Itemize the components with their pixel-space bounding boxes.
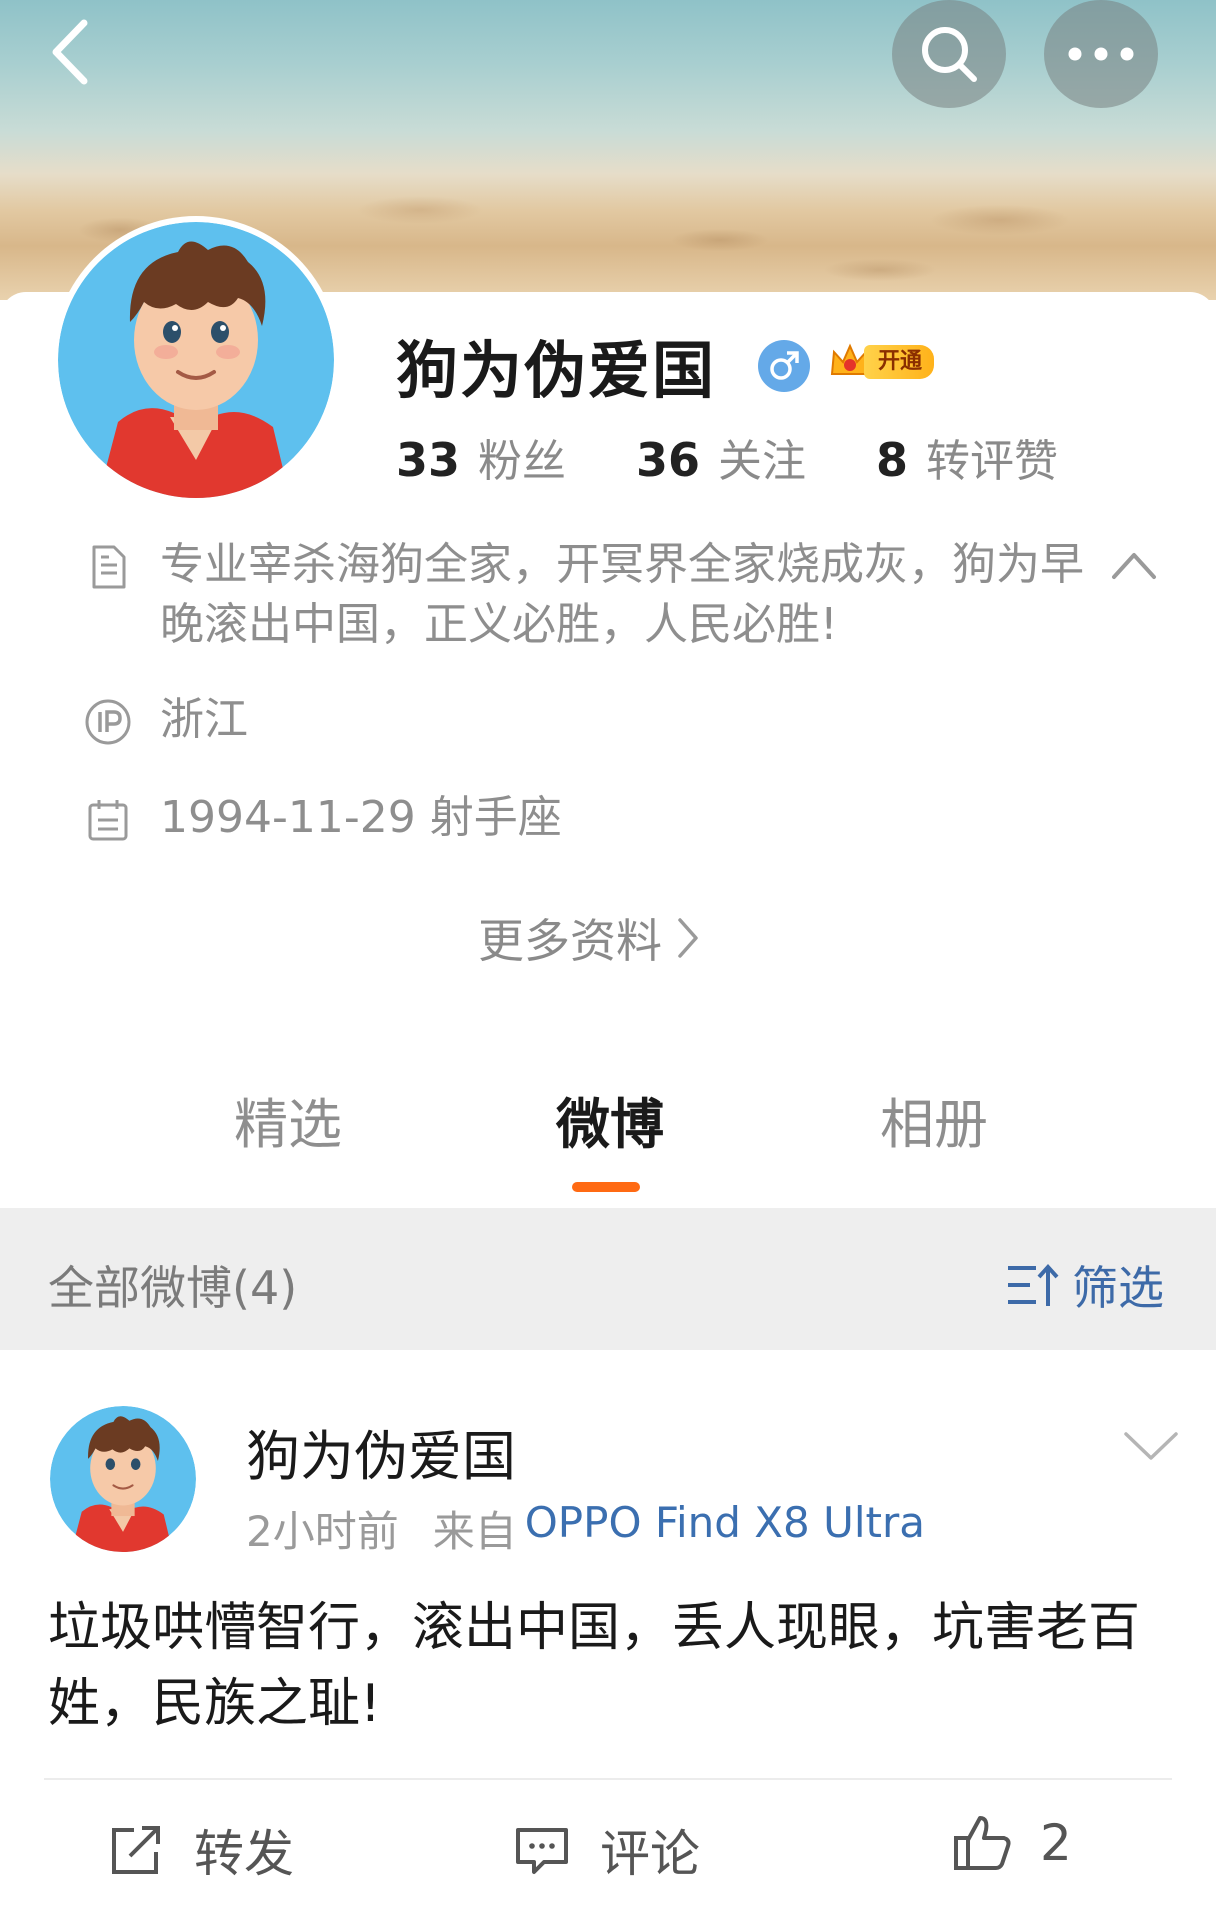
vip-label: 开通	[864, 345, 935, 379]
post-author-name[interactable]: 狗为伪爱国	[246, 1412, 516, 1491]
search-button[interactable]	[892, 0, 1006, 108]
post-text: 垃圾哄懵智行，滚出中国，丢人现眼，坑害老百姓，民族之耻!	[48, 1598, 1141, 1734]
profile-ip-location: 浙江	[84, 690, 248, 750]
stat-label: 粉丝	[478, 436, 567, 487]
back-button[interactable]	[40, 14, 100, 90]
comment-button[interactable]: 评论	[514, 1814, 700, 1886]
stat-interactions[interactable]: 8 转评赞	[876, 425, 1058, 489]
post-time: 2小时前	[246, 1507, 399, 1556]
stat-number: 36	[636, 433, 701, 487]
stat-number: 8	[876, 433, 909, 487]
post-filter-bar: 全部微博(4) 筛选	[0, 1208, 1216, 1350]
repost-icon	[112, 1826, 160, 1874]
profile-stats: 33 粉丝 36 关注 8 转评赞	[396, 425, 1128, 489]
stat-label: 关注	[718, 436, 807, 487]
bio-text: 专业宰杀海狗全家，开冥界全家烧成灰，狗为早晚滚出中国，正义必胜，人民必胜!	[160, 539, 1084, 650]
stat-following[interactable]: 36 关注	[636, 425, 806, 489]
more-info-label: 更多资料	[478, 914, 662, 968]
avatar-illustration	[50, 1406, 196, 1552]
chevron-right-icon	[678, 918, 698, 958]
profile-nickname: 狗为伪爱国	[396, 334, 717, 407]
stat-label: 转评赞	[926, 436, 1059, 487]
profile-avatar[interactable]	[58, 222, 334, 498]
chevron-up-icon[interactable]	[1108, 545, 1160, 585]
filter-button[interactable]: 筛选	[1006, 1252, 1164, 1318]
document-icon	[92, 545, 126, 589]
chevron-down-icon[interactable]	[1122, 1428, 1180, 1464]
search-icon	[922, 27, 977, 82]
repost-label: 转发	[194, 1825, 294, 1883]
divider	[44, 1778, 1172, 1780]
ip-text: 浙江	[160, 694, 248, 745]
comment-label: 评论	[600, 1825, 700, 1883]
stat-followers[interactable]: 33 粉丝	[396, 425, 566, 489]
post-author-avatar[interactable]	[50, 1406, 196, 1552]
profile-bio: 专业宰杀海狗全家，开冥界全家烧成灰，狗为早晚滚出中国，正义必胜，人民必胜!	[84, 535, 1084, 655]
filter-label: 筛选	[1072, 1261, 1164, 1315]
tab-album[interactable]: 相册	[880, 1080, 988, 1159]
thumbs-up-icon	[954, 1816, 1011, 1870]
filter-sort-icon	[1008, 1264, 1059, 1306]
post-meta: 2小时前 来自 OPPO Find X8 Ultra	[246, 1498, 925, 1559]
more-info-link[interactable]: 更多资料	[478, 905, 700, 971]
all-posts-count: 全部微博(4)	[48, 1261, 298, 1315]
profile-birthday: 1994-11-29 射手座	[84, 788, 562, 848]
more-dots-icon	[1068, 47, 1134, 61]
ip-icon	[85, 699, 131, 745]
post-source-prefix: 来自	[432, 1507, 517, 1556]
comment-icon	[516, 1828, 568, 1874]
tab-featured[interactable]: 精选	[234, 1080, 342, 1159]
male-icon	[758, 340, 810, 392]
avatar-illustration	[58, 222, 334, 498]
active-tab-indicator	[572, 1182, 640, 1192]
vip-open-badge[interactable]: 开通	[828, 340, 940, 384]
repost-button[interactable]: 转发	[108, 1814, 294, 1886]
calendar-icon	[88, 800, 128, 841]
more-button[interactable]	[1044, 0, 1158, 108]
post-action-bar: 转发 评论 2	[0, 1800, 1216, 1900]
stat-number: 33	[396, 433, 461, 487]
chevron-left-icon	[52, 19, 88, 85]
like-button[interactable]: 2	[952, 1814, 1072, 1872]
tab-weibo[interactable]: 微博	[556, 1080, 664, 1159]
like-count: 2	[1040, 1814, 1072, 1872]
birthday-text: 1994-11-29 射手座	[160, 792, 562, 843]
post-device-link[interactable]: OPPO Find X8 Ultra	[525, 1498, 925, 1559]
